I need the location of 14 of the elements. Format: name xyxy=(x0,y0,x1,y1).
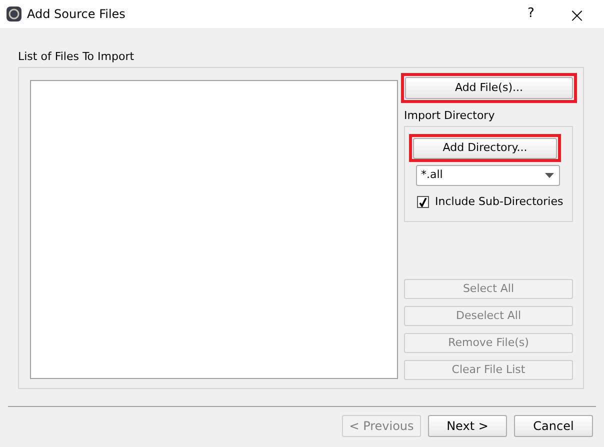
checkbox[interactable] xyxy=(417,196,429,208)
footer-button[interactable]: Next > xyxy=(428,415,507,437)
footer-button[interactable]: Cancel xyxy=(514,415,593,437)
section-label: Import Directory xyxy=(404,109,496,123)
filter-dropdown[interactable]: *.all xyxy=(416,165,560,186)
dropdown-arrow-icon xyxy=(545,173,554,178)
checkbox-label: Include Sub-Directories xyxy=(435,194,564,210)
help-button[interactable]: ? xyxy=(508,0,554,28)
close-button[interactable]: × xyxy=(554,0,600,28)
window-title: Add Source Files xyxy=(27,6,126,23)
add-directory-button[interactable]: Add Directory... xyxy=(413,138,557,159)
app-icon xyxy=(6,6,22,22)
group-label: List of Files To Import xyxy=(18,50,136,64)
add-files-button[interactable]: Add File(s)... xyxy=(405,77,573,99)
